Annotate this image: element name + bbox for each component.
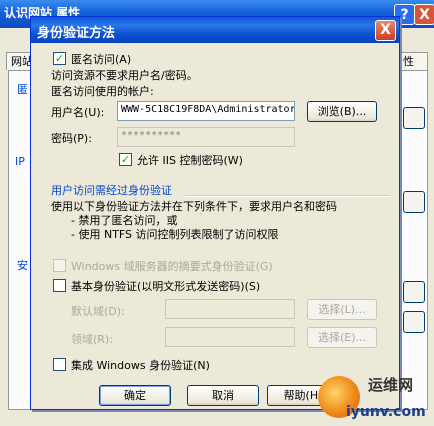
watermark-url-text: iyunv.com <box>346 404 426 420</box>
background-label-anonymous: 匿 <box>17 83 28 96</box>
allow-iis-password-checkbox[interactable]: ✓ <box>119 153 132 166</box>
basic-auth-checkbox[interactable] <box>53 279 66 292</box>
integrated-windows-auth-checkbox[interactable] <box>53 358 66 371</box>
realm-field[interactable] <box>165 327 295 347</box>
background-edit-button[interactable] <box>403 191 425 213</box>
background-edit-button[interactable] <box>403 281 425 303</box>
default-domain-label: 默认域(D): <box>71 305 125 318</box>
background-label-ip: IP <box>15 155 25 168</box>
dialog-close-button[interactable]: X <box>375 20 396 41</box>
background-edit-button[interactable] <box>403 107 425 129</box>
select-default-domain-button[interactable]: 选择(L)... <box>307 299 377 320</box>
password-field[interactable]: ********** <box>117 127 295 147</box>
allow-iis-password-label[interactable]: 允许 IIS 控制密码(W) <box>137 152 243 168</box>
username-label: 用户名(U): <box>51 106 105 119</box>
watermark-logo: 运维网 iyunv.com <box>310 370 434 426</box>
watermark-cn-text: 运维网 <box>368 376 414 394</box>
background-tab-properties[interactable]: 性 <box>398 52 428 70</box>
browse-button[interactable]: 浏览(B)... <box>307 101 377 122</box>
background-close-button[interactable]: X <box>414 4 434 25</box>
auth-desc-line3: - 使用 NTFS 访问控制列表限制了访问权限 <box>71 228 279 241</box>
anonymous-access-label[interactable]: 匿名访问(A) <box>71 51 131 67</box>
default-domain-field[interactable] <box>165 299 295 319</box>
background-edit-button[interactable] <box>403 311 425 333</box>
background-label-security: 安 <box>17 259 28 272</box>
cancel-button[interactable]: 取消 <box>187 385 259 406</box>
dialog-title: 身份验证方法 <box>37 26 116 41</box>
anonymous-desc: 访问资源不要求用户名/密码。 <box>51 69 198 82</box>
username-field[interactable]: WWW-5C18C19F8DA\Administrator <box>117 101 295 121</box>
windows-domain-digest-label[interactable]: Windows 域服务器的摘要式身份验证(G) <box>71 258 273 274</box>
ok-button[interactable]: 确定 <box>99 385 171 406</box>
integrated-windows-auth-label[interactable]: 集成 Windows 身份验证(N) <box>71 357 210 373</box>
auth-section-heading: 用户访问需经过身份验证 <box>51 184 172 197</box>
password-label: 密码(P): <box>51 132 92 145</box>
section-divider <box>185 195 390 197</box>
select-realm-button[interactable]: 选择(E)... <box>307 327 377 348</box>
anonymous-access-checkbox[interactable]: ✓ <box>53 52 66 65</box>
authentication-methods-dialog: 身份验证方法 X ✓ 匿名访问(A) 访问资源不要求用户名/密码。 匿名访问使用… <box>30 16 400 410</box>
anonymous-account-heading: 匿名访问使用的帐户: <box>51 85 154 98</box>
basic-auth-label[interactable]: 基本身份验证(以明文形式发送密码)(S) <box>71 278 260 294</box>
windows-domain-digest-checkbox[interactable] <box>53 259 66 272</box>
realm-label: 领域(R): <box>71 333 113 346</box>
dialog-title-bar[interactable]: 身份验证方法 X <box>31 17 399 43</box>
